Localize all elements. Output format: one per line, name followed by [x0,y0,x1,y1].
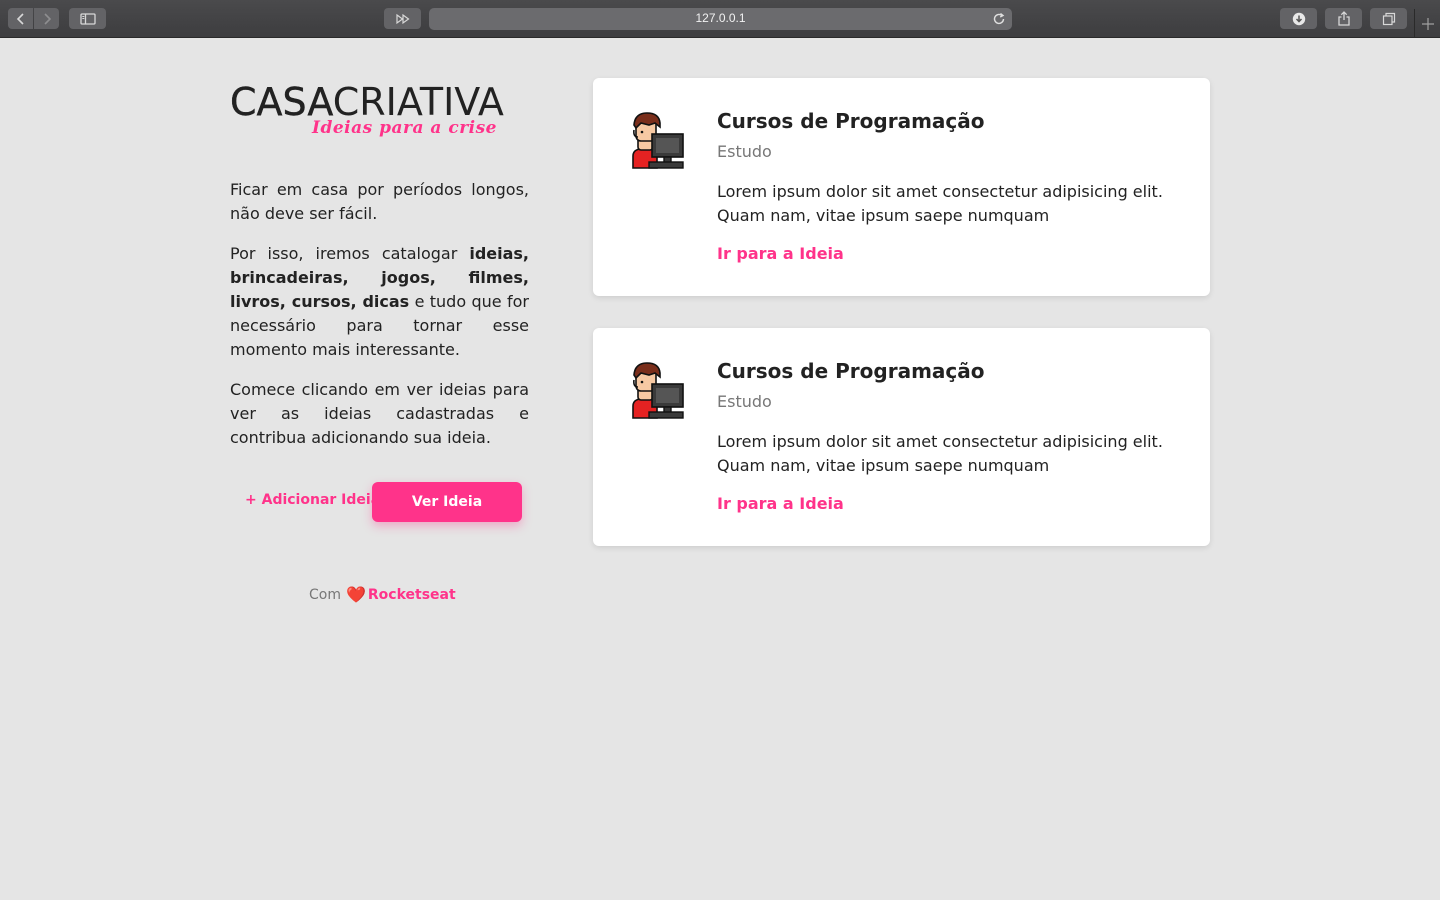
heart-icon: ❤️ [345,585,366,604]
idea-category: Estudo [717,392,772,411]
url-text: 127.0.0.1 [695,11,746,25]
tabs-icon [1382,12,1395,25]
idea-link[interactable]: Ir para a Ideia [717,494,844,513]
share-icon [1337,11,1350,26]
fast-forward-icon [395,13,410,24]
programmer-icon [632,362,684,419]
idea-description: Lorem ipsum dolor sit amet consectetur a… [717,182,1163,225]
sidebar-toggle-button[interactable] [69,8,106,29]
browser-toolbar: 127.0.0.1 [0,0,1440,38]
back-button[interactable] [8,8,33,29]
download-icon [1292,12,1305,25]
downloads-button[interactable] [1280,8,1317,29]
footer-credit: Com ❤️ Rocketseat [309,585,456,604]
footer-brand-link[interactable]: Rocketseat [368,587,456,603]
chevron-left-icon [16,12,24,25]
idea-title: Cursos de Programação [717,359,985,383]
chevron-right-icon [43,12,51,25]
logo[interactable]: CASACRIATIVA Ideias para a crise [230,80,530,142]
idea-category: Estudo [717,142,772,161]
reader-button[interactable] [384,8,421,29]
logo-tagline: Ideias para a crise [312,118,497,138]
plus-icon [1421,17,1434,30]
idea-card: Cursos de Programação Estudo Lorem ipsum… [593,328,1210,546]
intro-paragraph: Por isso, iremos catalogar ideias, brinc… [230,244,529,359]
sidebar-icon [79,12,96,25]
footer-prefix: Com [309,586,341,603]
intro-paragraph: Comece clicando em ver ideias para ver a… [230,380,529,447]
reload-icon[interactable] [992,11,1006,30]
forward-button[interactable] [34,8,59,29]
idea-title: Cursos de Programação [717,109,985,133]
idea-description: Lorem ipsum dolor sit amet consectetur a… [717,432,1163,475]
add-idea-link[interactable]: + Adicionar Ideia [245,492,380,508]
new-tab-button[interactable] [1414,9,1440,38]
idea-card: Cursos de Programação Estudo Lorem ipsum… [593,78,1210,296]
idea-link[interactable]: Ir para a Ideia [717,244,844,263]
programmer-icon [632,112,684,169]
intro-text: Ficar em casa por períodos longos, não d… [230,178,529,466]
address-bar[interactable]: 127.0.0.1 [429,8,1012,30]
view-ideas-button[interactable]: Ver Ideia [372,482,522,522]
share-button[interactable] [1325,8,1362,29]
intro-paragraph: Ficar em casa por períodos longos, não d… [230,180,529,223]
tabs-overview-button[interactable] [1370,8,1407,29]
